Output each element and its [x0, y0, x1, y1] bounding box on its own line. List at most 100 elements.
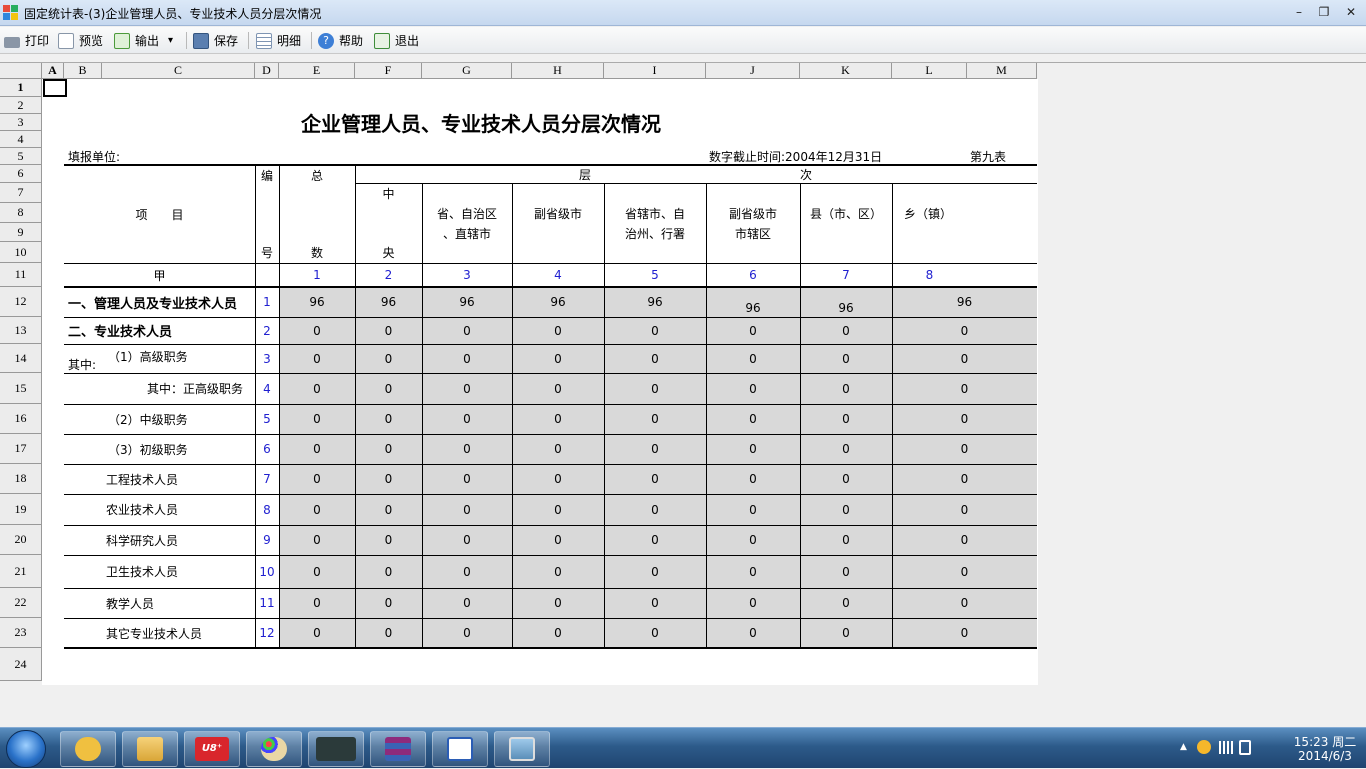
- data-cell[interactable]: 0: [800, 555, 892, 588]
- help-button[interactable]: ? 帮助: [318, 30, 363, 51]
- column-header-f[interactable]: F: [355, 63, 422, 79]
- data-cell[interactable]: 0: [604, 494, 706, 525]
- data-cell[interactable]: 96: [422, 287, 512, 317]
- select-all-corner[interactable]: [0, 63, 42, 79]
- data-cell[interactable]: 0: [355, 555, 422, 588]
- column-header-a[interactable]: A: [42, 63, 64, 79]
- data-cell[interactable]: 0: [355, 618, 422, 648]
- data-cell[interactable]: 0: [512, 525, 604, 555]
- data-cell[interactable]: 0: [355, 373, 422, 404]
- row-header-19[interactable]: 19: [0, 494, 42, 525]
- data-cell[interactable]: 0: [355, 434, 422, 464]
- export-dropdown-icon[interactable]: ▾: [168, 35, 173, 46]
- data-cell[interactable]: 0: [892, 317, 1037, 344]
- paint-taskbar-button[interactable]: [246, 731, 302, 767]
- data-cell[interactable]: 0: [355, 317, 422, 344]
- column-header-l[interactable]: L: [892, 63, 967, 79]
- data-cell[interactable]: 0: [422, 494, 512, 525]
- data-cell[interactable]: 0: [892, 525, 1037, 555]
- data-cell[interactable]: 0: [355, 588, 422, 618]
- data-cell[interactable]: 0: [279, 344, 355, 373]
- data-cell[interactable]: 0: [279, 618, 355, 648]
- column-header-b[interactable]: B: [64, 63, 102, 79]
- data-cell[interactable]: 0: [892, 344, 1037, 373]
- row-header-15[interactable]: 15: [0, 373, 42, 404]
- data-cell[interactable]: 0: [800, 373, 892, 404]
- u8-taskbar-button[interactable]: U8⁺: [184, 731, 240, 767]
- exit-button[interactable]: 退出: [374, 30, 419, 51]
- save-button[interactable]: 保存: [193, 30, 238, 51]
- selected-cell[interactable]: [43, 79, 67, 97]
- data-cell[interactable]: 0: [706, 317, 800, 344]
- data-cell[interactable]: 0: [706, 464, 800, 494]
- data-cell[interactable]: 0: [604, 588, 706, 618]
- data-cell[interactable]: 0: [800, 344, 892, 373]
- data-cell[interactable]: 0: [279, 464, 355, 494]
- row-header-11[interactable]: 11: [0, 263, 42, 287]
- data-cell[interactable]: 96: [604, 287, 706, 317]
- row-header-3[interactable]: 3: [0, 114, 42, 131]
- row-header-14[interactable]: 14: [0, 344, 42, 373]
- row-header-17[interactable]: 17: [0, 434, 42, 464]
- data-cell[interactable]: 0: [512, 404, 604, 434]
- data-cell[interactable]: 0: [800, 464, 892, 494]
- column-header-d[interactable]: D: [255, 63, 279, 79]
- data-cell[interactable]: 0: [800, 317, 892, 344]
- start-orb[interactable]: [6, 730, 46, 768]
- data-cell[interactable]: 0: [422, 434, 512, 464]
- row-header-22[interactable]: 22: [0, 588, 42, 618]
- network-icon[interactable]: [1219, 741, 1233, 754]
- tray-overflow-icon[interactable]: ▲: [1180, 742, 1187, 752]
- column-header-c[interactable]: C: [102, 63, 255, 79]
- data-cell[interactable]: 0: [355, 464, 422, 494]
- restore-button[interactable]: ❐: [1311, 3, 1337, 21]
- detail-button[interactable]: 明细: [256, 30, 301, 51]
- data-cell[interactable]: 0: [355, 525, 422, 555]
- qq-icon[interactable]: [1197, 740, 1211, 754]
- column-header-m[interactable]: M: [967, 63, 1037, 79]
- data-cell[interactable]: 0: [706, 344, 800, 373]
- data-cell[interactable]: 0: [422, 344, 512, 373]
- row-header-10[interactable]: 10: [0, 242, 42, 263]
- row-header-23[interactable]: 23: [0, 618, 42, 648]
- data-cell[interactable]: 0: [512, 555, 604, 588]
- data-cell[interactable]: 0: [604, 525, 706, 555]
- data-cell[interactable]: 0: [512, 434, 604, 464]
- data-cell[interactable]: 0: [422, 464, 512, 494]
- preview-button[interactable]: 预览: [58, 30, 103, 51]
- data-cell[interactable]: 0: [706, 494, 800, 525]
- column-header-h[interactable]: H: [512, 63, 604, 79]
- data-cell[interactable]: 0: [800, 494, 892, 525]
- data-cell[interactable]: 0: [706, 404, 800, 434]
- data-cell[interactable]: 0: [800, 434, 892, 464]
- data-cell[interactable]: 0: [279, 373, 355, 404]
- data-cell[interactable]: 96: [892, 287, 1037, 317]
- data-cell[interactable]: 0: [800, 618, 892, 648]
- row-header-12[interactable]: 12: [0, 287, 42, 317]
- data-cell[interactable]: 0: [892, 404, 1037, 434]
- data-cell[interactable]: 0: [800, 525, 892, 555]
- data-cell[interactable]: 0: [800, 404, 892, 434]
- data-cell[interactable]: 0: [892, 494, 1037, 525]
- export-button[interactable]: 输出 ▾: [114, 30, 173, 51]
- data-cell[interactable]: 0: [279, 588, 355, 618]
- outlook-taskbar-button[interactable]: [60, 731, 116, 767]
- data-cell[interactable]: 0: [355, 404, 422, 434]
- data-cell[interactable]: 0: [512, 618, 604, 648]
- row-header-6[interactable]: 6: [0, 165, 42, 183]
- media-taskbar-button[interactable]: [308, 731, 364, 767]
- row-header-13[interactable]: 13: [0, 317, 42, 344]
- data-cell[interactable]: 0: [892, 618, 1037, 648]
- data-cell[interactable]: 0: [279, 434, 355, 464]
- data-cell[interactable]: 0: [279, 525, 355, 555]
- row-header-4[interactable]: 4: [0, 131, 42, 148]
- data-cell[interactable]: 0: [892, 555, 1037, 588]
- data-cell[interactable]: 0: [422, 404, 512, 434]
- column-header-e[interactable]: E: [279, 63, 355, 79]
- clock-date[interactable]: 2014/6/3: [1290, 749, 1360, 763]
- data-cell[interactable]: 0: [892, 434, 1037, 464]
- row-header-24[interactable]: 24: [0, 648, 42, 681]
- row-header-1[interactable]: 1: [0, 79, 42, 97]
- data-cell[interactable]: 0: [706, 555, 800, 588]
- data-cell[interactable]: 0: [512, 464, 604, 494]
